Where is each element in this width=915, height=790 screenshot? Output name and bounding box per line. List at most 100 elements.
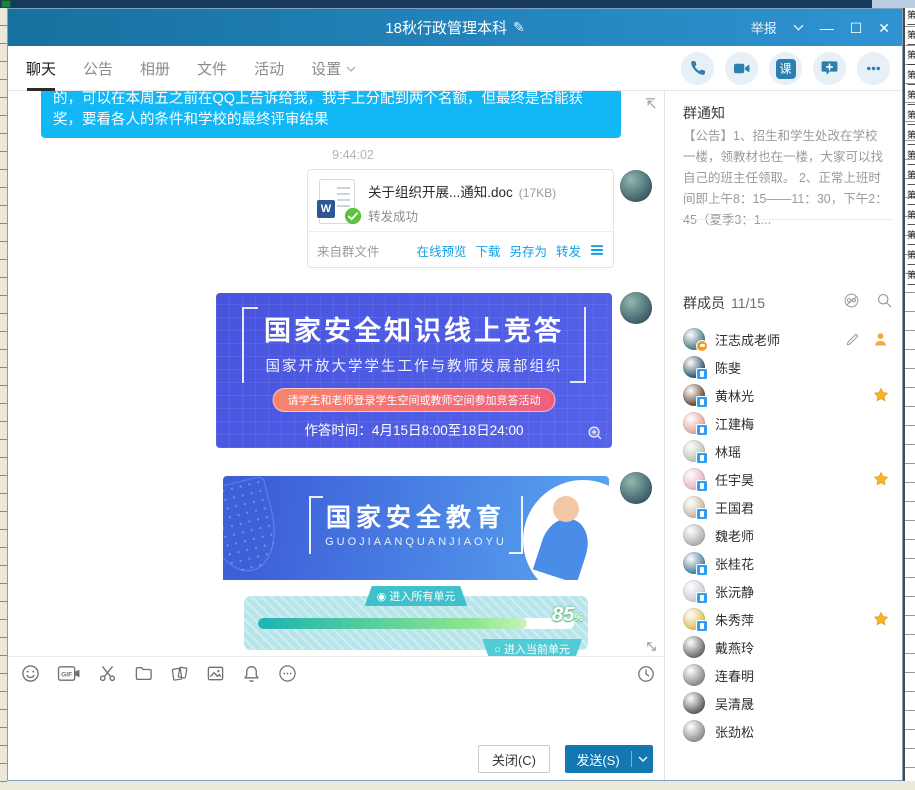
bell-icon[interactable] <box>242 664 261 683</box>
member-row[interactable]: 王国君 <box>665 493 902 521</box>
titlebar-chevron-icon[interactable] <box>793 24 804 31</box>
anonymous-icon[interactable] <box>843 292 860 309</box>
svg-text:GIF: GIF <box>61 672 72 679</box>
message-scroll-area[interactable]: 的，可以在本周五之前在QQ上告诉给我，我手上分配到两个名额，但最终是否能获奖，要… <box>8 91 664 656</box>
tab-相册[interactable]: 相册 <box>140 46 170 91</box>
minimize-button[interactable]: — <box>820 21 834 35</box>
member-row[interactable]: 戴燕玲 <box>665 633 902 661</box>
member-name: 江建梅 <box>715 414 754 433</box>
member-avatar <box>683 440 705 462</box>
group-tabbar: 聊天 公告相册 文件 活动 设置 课 <box>8 46 902 91</box>
file-message-card[interactable]: W 关于组织开展...通知.doc(17KB) 转发成功 来自群文件 在线预览 … <box>307 169 614 268</box>
mobile-online-badge-icon <box>696 368 708 380</box>
member-row[interactable]: 朱秀萍 <box>665 605 902 633</box>
mobile-online-badge-icon <box>696 592 708 604</box>
sender-avatar[interactable] <box>620 292 652 324</box>
member-name: 黄林光 <box>715 386 754 405</box>
education-banner-header: 国家安全教育 GUOJIAANQUANJIAOYU <box>223 476 609 580</box>
phone-call-icon[interactable] <box>681 52 714 85</box>
gif-icon[interactable]: GIF <box>57 664 81 683</box>
quiz-banner-image[interactable]: 国家安全知识线上竞答 国家开放大学学生工作与教师发展部组织 请学生和老师登录学生… <box>216 293 612 448</box>
group-notice-body[interactable]: 【公告】1、招生和学生处改在学校一楼，领教材也在一楼，大家可以找自己的班主任领取… <box>683 126 889 231</box>
enter-current-unit-tag: ○ 进入当前单元 <box>482 639 582 656</box>
video-call-icon[interactable] <box>725 52 758 85</box>
mobile-online-badge-icon <box>696 480 708 492</box>
education-banner-image[interactable]: 国家安全教育 GUOJIAANQUANJIAOYU ◉ 进入所有单元 85% ○… <box>223 476 609 656</box>
file-action-forward[interactable]: 转发 <box>556 241 581 260</box>
member-row[interactable]: 林瑶 <box>665 437 902 465</box>
background-window-top-right <box>872 0 915 8</box>
file-action-saveas[interactable]: 另存为 <box>509 241 547 260</box>
tab-活动[interactable]: 活动 <box>254 46 284 91</box>
tab-label: 活动 <box>254 58 284 79</box>
teacher-person-icon[interactable] <box>872 331 889 348</box>
more-tools-icon[interactable] <box>278 664 297 683</box>
sender-avatar[interactable] <box>620 472 652 504</box>
folder-icon[interactable] <box>134 664 153 683</box>
member-row[interactable]: 吴清晟 <box>665 689 902 717</box>
tab-label: 文件 <box>197 58 227 79</box>
add-app-icon[interactable] <box>813 52 846 85</box>
tab-文件[interactable]: 文件 <box>197 46 227 91</box>
member-name: 任宇昊 <box>715 470 754 489</box>
member-row[interactable]: 张劲松 <box>665 717 902 745</box>
background-window-left-edge <box>0 8 7 790</box>
member-name: 连春明 <box>715 666 754 685</box>
tab-action-icons: 课 <box>681 52 890 85</box>
member-row[interactable]: 汪志成老师 <box>665 325 902 353</box>
emoji-icon[interactable] <box>21 664 40 683</box>
member-list: 汪志成老师陈斐黄林光江建梅林瑶任宇昊王国君魏老师张桂花张沅静朱秀萍戴燕玲连春明吴… <box>665 325 902 745</box>
close-chat-button[interactable]: 关闭(C) <box>478 745 550 773</box>
edit-group-name-icon[interactable]: ✎ <box>513 19 525 36</box>
shake-window-icon[interactable] <box>170 664 189 683</box>
sender-avatar[interactable] <box>620 170 652 202</box>
send-options-chevron-icon[interactable] <box>632 756 653 762</box>
mobile-online-badge-icon <box>696 564 708 576</box>
group-notice-title[interactable]: 群通知 <box>683 103 725 123</box>
edit-card-icon[interactable] <box>845 332 860 347</box>
send-button[interactable]: 发送(S) <box>565 745 653 773</box>
background-window-right-edge: 第一第一第一第一第一第一第一第一第一第一第一第一第一第一 <box>903 8 915 781</box>
member-row[interactable]: 任宇昊 <box>665 465 902 493</box>
member-row[interactable]: 魏老师 <box>665 521 902 549</box>
magnifier-plus-icon[interactable] <box>586 424 604 442</box>
search-icon[interactable] <box>876 292 893 309</box>
collapse-topright-icon[interactable] <box>644 97 657 110</box>
message-history-icon[interactable] <box>637 665 655 683</box>
maximize-button[interactable]: ☐ <box>850 21 863 35</box>
collapse-bottomright-icon[interactable] <box>645 640 658 653</box>
tab-设置[interactable]: 设置 <box>311 46 356 91</box>
qq-group-chat-window: 18秋行政管理本科 ✎ 举报 — ☐ ✕ 聊天 公告相册 文件 活动 设置 课 的，可以… <box>7 8 903 781</box>
main-area: 的，可以在本周五之前在QQ上告诉给我，我手上分配到两个名额，但最终是否能获奖，要… <box>8 91 902 780</box>
member-row[interactable]: 江建梅 <box>665 409 902 437</box>
image-icon[interactable] <box>206 664 225 683</box>
file-action-preview[interactable]: 在线预览 <box>416 241 466 260</box>
tab-公告[interactable]: 公告 <box>83 46 113 91</box>
member-row[interactable]: 连春明 <box>665 661 902 689</box>
more-actions-icon[interactable] <box>857 52 890 85</box>
mobile-online-badge-icon <box>696 452 708 464</box>
member-name: 林瑶 <box>715 442 741 461</box>
progress-box: ◉ 进入所有单元 85% ○ 进入当前单元 <box>244 596 588 650</box>
member-row[interactable]: 陈斐 <box>665 353 902 381</box>
file-action-download[interactable]: 下载 <box>475 241 500 260</box>
member-name: 张沅静 <box>715 582 754 601</box>
chevron-down-icon <box>346 66 356 72</box>
member-row[interactable]: 张沅静 <box>665 577 902 605</box>
window-title: 18秋行政管理本科 <box>385 17 507 38</box>
background-vertical-text: 第一第一第一第一第一第一第一第一第一第一第一第一第一第一 <box>905 8 915 781</box>
close-button[interactable]: ✕ <box>878 21 890 35</box>
quiz-banner-subtitle: 国家开放大学学生工作与教师发展部组织 <box>216 355 612 376</box>
active-star-icon <box>873 387 889 403</box>
members-count: 11/15 <box>731 295 765 311</box>
tab-聊天[interactable]: 聊天 <box>26 46 56 91</box>
member-name: 魏老师 <box>715 526 754 545</box>
screenshot-icon[interactable] <box>98 664 117 683</box>
tab-label: 聊天 <box>26 58 56 79</box>
report-button[interactable]: 举报 <box>751 18 777 37</box>
member-avatar <box>683 608 705 630</box>
member-row[interactable]: 张桂花 <box>665 549 902 577</box>
class-icon[interactable]: 课 <box>769 52 802 85</box>
member-row[interactable]: 黄林光 <box>665 381 902 409</box>
file-menu-icon[interactable] <box>590 244 604 256</box>
